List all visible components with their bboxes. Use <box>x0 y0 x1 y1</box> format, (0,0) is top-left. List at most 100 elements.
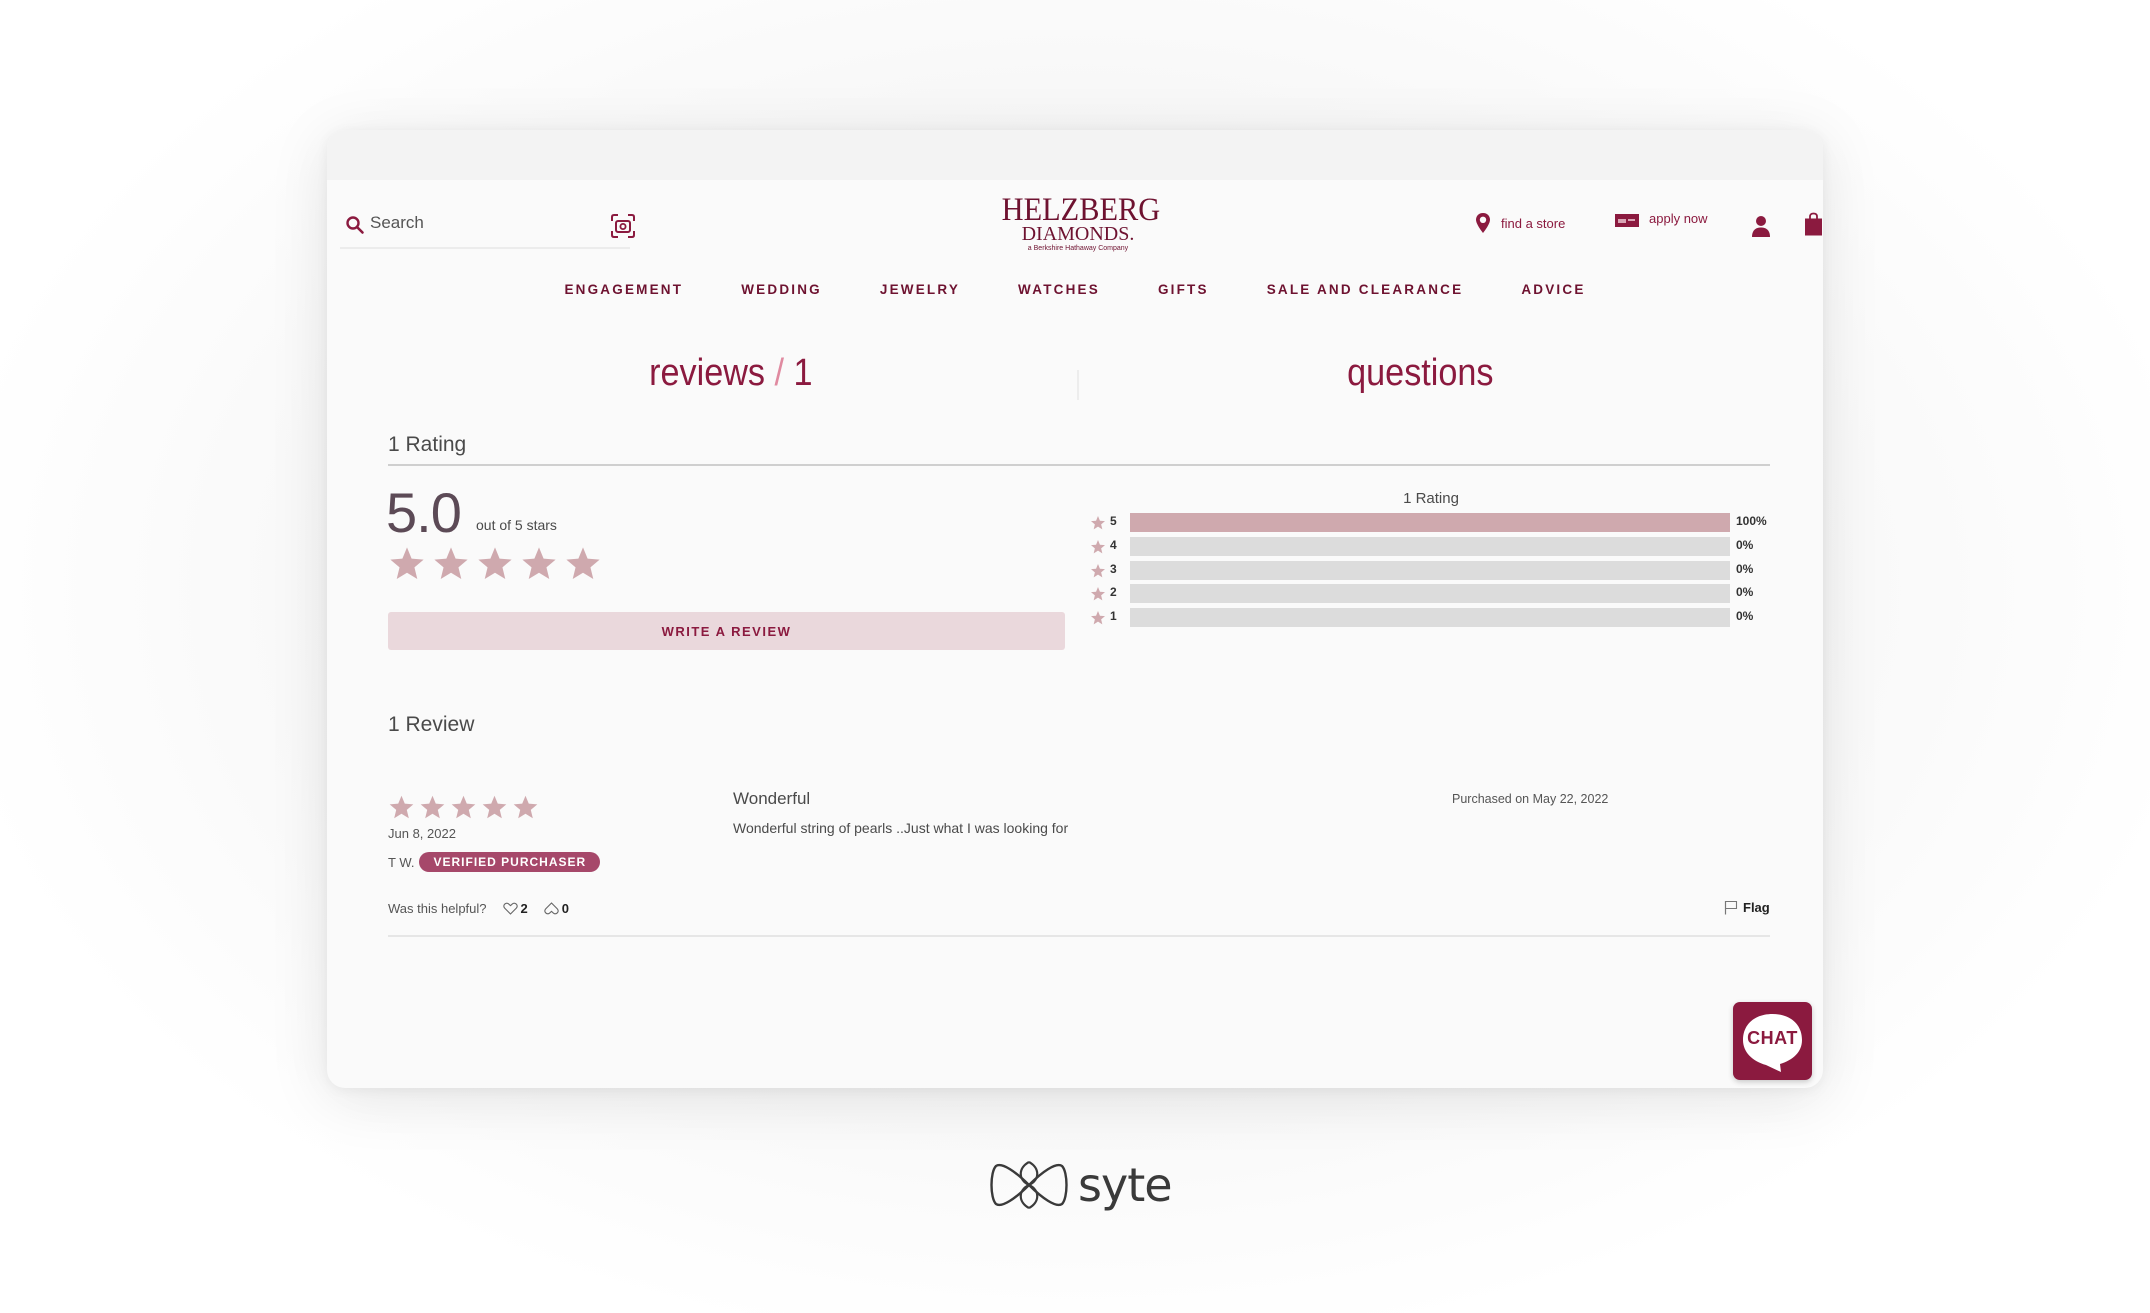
apply-now-link[interactable]: apply now <box>1615 210 1708 228</box>
review-divider <box>388 935 1770 937</box>
star-icon <box>1091 540 1105 554</box>
browser-window: HELZBERG DIAMONDS. a Berkshire Hathaway … <box>327 130 1823 1088</box>
search-icon[interactable] <box>345 215 365 235</box>
star-icon <box>389 795 414 819</box>
chat-label: CHAT <box>1747 1028 1798 1048</box>
helpful-label: Was this helpful? <box>388 901 487 916</box>
camera-icon[interactable] <box>610 213 636 239</box>
review-author: T W. VERIFIED PURCHASER <box>388 852 601 872</box>
star-icon <box>434 547 468 580</box>
helpful-no-button[interactable]: 0 <box>544 901 569 916</box>
nav-watches[interactable]: WATCHES <box>1018 282 1100 297</box>
tab-separator: / <box>774 352 785 394</box>
helpful-section: Was this helpful? 2 0 <box>388 901 569 916</box>
helzberg-logo[interactable]: HELZBERG DIAMONDS. a Berkshire Hathaway … <box>995 192 1161 255</box>
flag-label: Flag <box>1743 900 1770 915</box>
histogram-star-label: 4 <box>1110 538 1117 552</box>
tab-questions[interactable]: questions <box>1347 352 1493 395</box>
histogram-percent: 0% <box>1736 609 1754 623</box>
syte-wordmark: syte <box>1078 1158 1173 1212</box>
tab-reviews-label: reviews <box>649 352 766 394</box>
write-review-button[interactable]: WRITE A REVIEW <box>388 612 1065 650</box>
purchase-date: Purchased on May 22, 2022 <box>1452 792 1609 806</box>
histogram-bar-track <box>1130 561 1730 580</box>
histogram-star-label: 5 <box>1110 514 1117 528</box>
histogram-row-1[interactable]: 1 0% <box>1090 608 1790 628</box>
tab-reviews[interactable]: reviews / 1 <box>649 352 812 395</box>
apply-now-label: apply now <box>1649 210 1708 226</box>
histogram-percent: 0% <box>1736 562 1754 576</box>
logo-line1: HELZBERG <box>1001 192 1161 228</box>
histogram-percent: 0% <box>1736 585 1754 599</box>
logo-tagline: a Berkshire Hathaway Company <box>1027 245 1129 252</box>
star-icon <box>1091 587 1105 601</box>
tab-questions-label: questions <box>1347 352 1494 394</box>
nav-sale-and-clearance[interactable]: SALE AND CLEARANCE <box>1267 282 1464 297</box>
dislikes-count: 0 <box>561 901 569 916</box>
star-icon <box>566 547 600 580</box>
review-title: Wonderful <box>733 789 811 808</box>
search-bar[interactable] <box>340 205 635 249</box>
nav-advice[interactable]: ADVICE <box>1521 282 1585 297</box>
star-icon <box>420 795 445 819</box>
syte-logo: syte <box>988 1158 1173 1212</box>
review-date: Jun 8, 2022 <box>388 826 456 841</box>
tab-divider <box>1077 370 1079 400</box>
verified-purchaser-badge: VERIFIED PURCHASER <box>419 852 601 872</box>
histogram-row-3[interactable]: 3 0% <box>1090 561 1790 581</box>
histogram-star-label: 3 <box>1110 562 1117 576</box>
shopping-bag-icon[interactable] <box>1804 212 1823 236</box>
histogram-bar-track <box>1130 513 1730 532</box>
review-count-heading: 1 Review <box>388 713 475 736</box>
histogram-bar-fill <box>1130 513 1730 532</box>
search-input[interactable] <box>370 213 590 233</box>
location-pin-icon <box>1476 213 1490 233</box>
nav-gifts[interactable]: GIFTS <box>1158 282 1209 297</box>
average-stars <box>388 545 602 583</box>
out-of-label: out of 5 stars <box>476 517 557 533</box>
histogram-heading: 1 Rating <box>1403 490 1459 507</box>
heart-icon <box>502 902 518 915</box>
flag-button[interactable]: Flag <box>1724 900 1770 915</box>
nav-engagement[interactable]: ENGAGEMENT <box>564 282 683 297</box>
histogram-row-2[interactable]: 2 0% <box>1090 584 1790 604</box>
star-icon <box>513 795 538 819</box>
syte-bowtie-icon <box>990 1161 1068 1209</box>
star-icon <box>390 547 424 580</box>
find-store-link[interactable]: find a store <box>1475 212 1565 234</box>
flag-icon <box>1724 900 1738 915</box>
histogram-percent: 0% <box>1736 538 1754 552</box>
review-stars <box>388 794 539 821</box>
user-icon[interactable] <box>1751 215 1771 237</box>
average-score: 5.0 <box>386 481 462 544</box>
divider <box>388 464 1770 466</box>
nav-wedding[interactable]: WEDDING <box>741 282 822 297</box>
star-icon <box>482 795 507 819</box>
star-icon <box>522 547 556 580</box>
review-body: Wonderful string of pearls ..Just what I… <box>733 820 1069 836</box>
author-name: T W. <box>388 854 415 870</box>
star-icon <box>1091 611 1105 625</box>
histogram-percent: 100% <box>1736 514 1767 528</box>
credit-card-icon <box>1615 214 1639 227</box>
rating-count-heading: 1 Rating <box>388 433 467 456</box>
histogram-row-4[interactable]: 4 0% <box>1090 537 1790 557</box>
chat-button[interactable]: CHAT <box>1733 1002 1812 1080</box>
helpful-yes-button[interactable]: 2 <box>502 901 528 916</box>
histogram-star-label: 2 <box>1110 585 1117 599</box>
histogram-bar-track <box>1130 584 1730 603</box>
star-icon <box>1091 564 1105 578</box>
star-icon <box>478 547 512 580</box>
nav-jewelry[interactable]: JEWELRY <box>880 282 960 297</box>
star-icon <box>1091 516 1105 530</box>
tab-reviews-count: 1 <box>793 352 813 394</box>
main-nav: ENGAGEMENT WEDDING JEWELRY WATCHES GIFTS… <box>327 282 1823 297</box>
likes-count: 2 <box>520 901 528 916</box>
histogram-bar-track <box>1130 608 1730 627</box>
browser-top-bar <box>327 130 1823 180</box>
histogram-bar-track <box>1130 537 1730 556</box>
histogram-star-label: 1 <box>1110 609 1117 623</box>
find-store-label: find a store <box>1501 215 1566 231</box>
inverted-heart-icon <box>544 902 559 915</box>
histogram-row-5[interactable]: 5 100% <box>1090 513 1790 533</box>
